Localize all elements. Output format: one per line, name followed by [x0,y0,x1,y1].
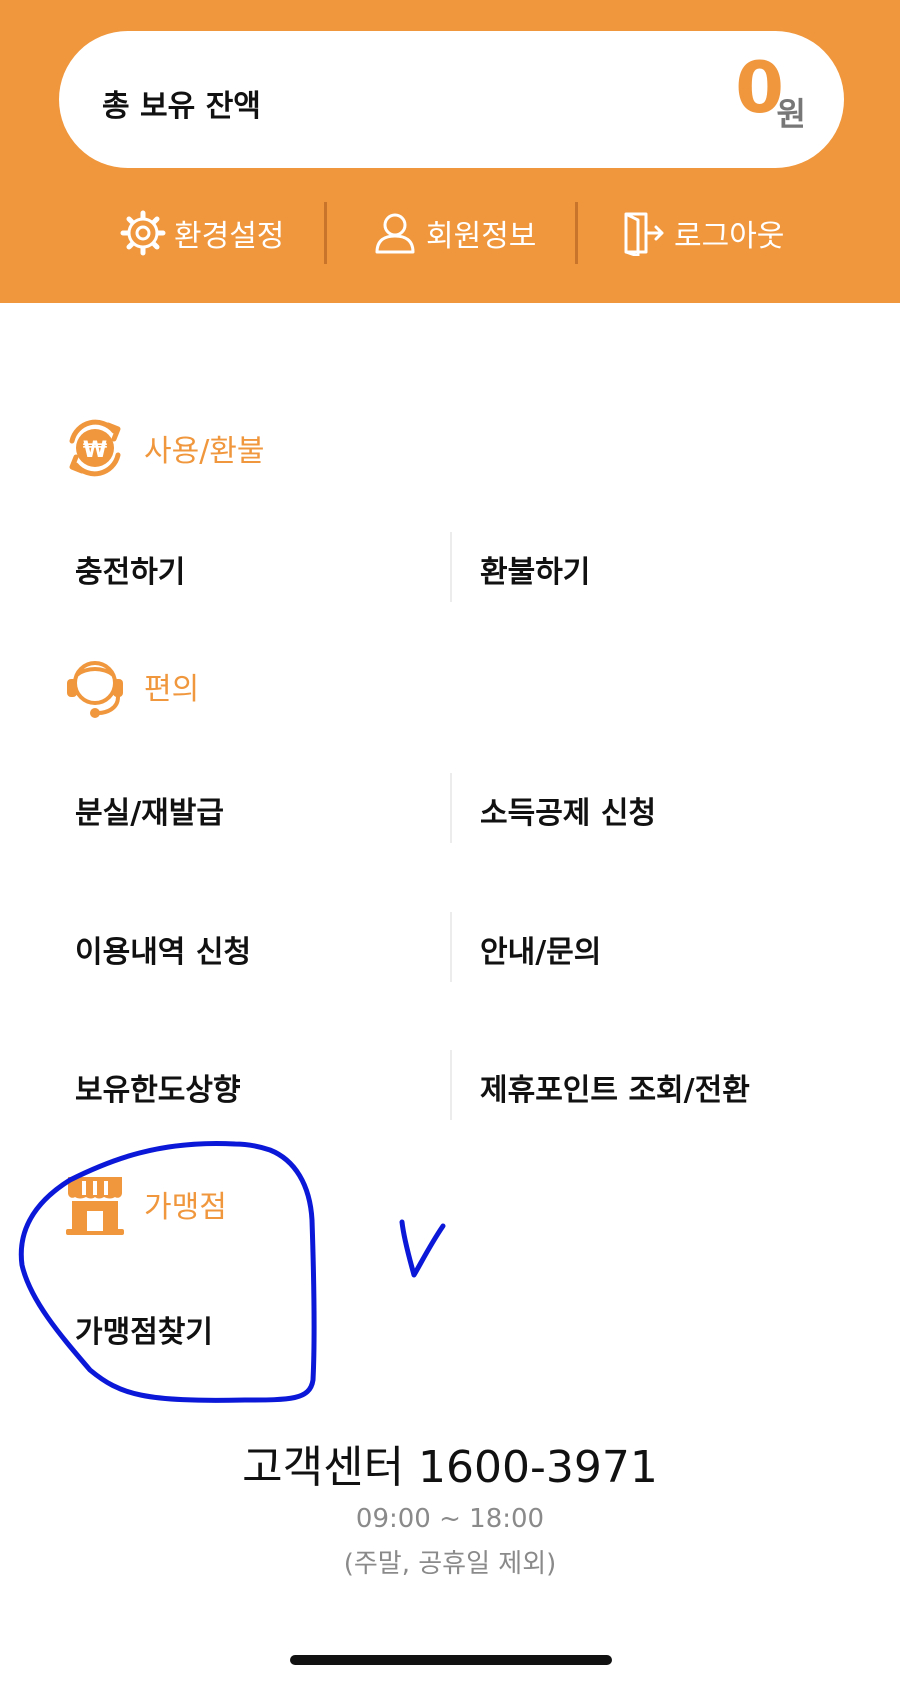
home-indicator[interactable] [290,1655,612,1665]
hand-drawn-circle [18,1141,317,1403]
customer-center-hours: 09:00 ~ 18:00 [355,1504,545,1534]
customer-center-note: (주말, 공휴일 제외) [343,1549,557,1579]
hand-drawn-check [399,1219,446,1278]
customer-center[interactable]: 고객센터 1600-3971 [0,1431,900,1495]
